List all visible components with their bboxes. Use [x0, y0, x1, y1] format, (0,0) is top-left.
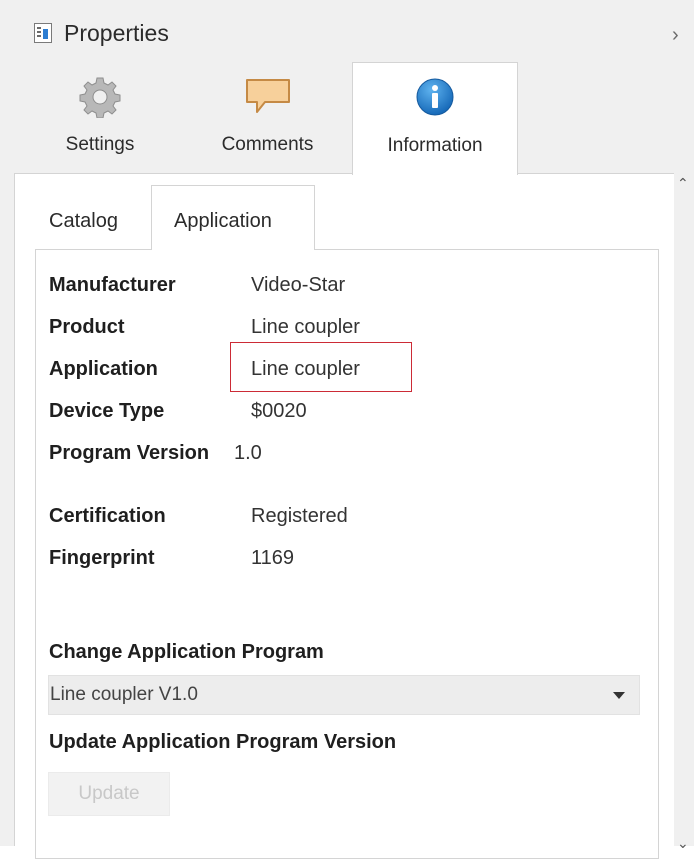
panel-header: Properties ›: [0, 10, 694, 56]
field-label: Manufacturer: [49, 274, 176, 296]
chevron-right-icon[interactable]: ›: [672, 24, 679, 47]
field-label: Certification: [49, 505, 166, 527]
field-label: Program Version: [49, 442, 210, 464]
field-value: 1169: [251, 547, 295, 569]
tab-information[interactable]: Information: [352, 62, 518, 175]
tab-catalog-label: Catalog: [49, 210, 118, 232]
change-application-program-label: Change Application Program: [49, 641, 324, 663]
info-icon: [415, 77, 455, 122]
select-value: Line coupler V1.0: [50, 684, 198, 705]
field-label: Device Type: [49, 400, 165, 422]
comment-bubble-icon: [245, 76, 291, 121]
field-value: Line coupler: [251, 316, 360, 338]
tab-settings[interactable]: Settings: [50, 62, 150, 168]
field-label: Application: [49, 358, 158, 380]
scroll-up-icon[interactable]: ⌃: [677, 175, 689, 192]
tab-application[interactable]: Application: [151, 185, 315, 250]
application-program-select[interactable]: Line coupler V1.0: [48, 675, 640, 715]
scroll-down-icon[interactable]: ⌄: [677, 835, 689, 852]
properties-document-icon: [34, 23, 52, 43]
panel-title: Properties: [64, 20, 169, 46]
tab-catalog[interactable]: Catalog: [35, 185, 151, 249]
field-label: Product: [49, 316, 125, 338]
application-details-panel: Manufacturer Video-Star Product Line cou…: [35, 249, 659, 859]
main-tab-bar: Settings Comments Information: [0, 62, 694, 175]
tab-information-label: Information: [387, 135, 483, 156]
field-label: Fingerprint: [49, 547, 155, 569]
chevron-down-icon: [613, 692, 625, 699]
tab-settings-label: Settings: [65, 134, 135, 155]
field-value: Registered: [251, 505, 348, 527]
tab-application-label: Application: [174, 210, 272, 232]
update-application-program-version-label: Update Application Program Version: [49, 731, 397, 753]
gear-icon: [79, 76, 121, 123]
field-value: $0020: [251, 400, 307, 422]
highlight-annotation: [230, 342, 412, 392]
update-button[interactable]: Update: [48, 772, 170, 816]
field-value: 1.0: [234, 442, 262, 464]
tab-comments-label: Comments: [221, 134, 314, 155]
properties-panel: Properties › Settings Comments Informati…: [0, 0, 694, 859]
field-value: Video-Star: [251, 274, 346, 296]
vertical-scrollbar[interactable]: ⌃ ⌄: [674, 173, 694, 851]
information-content: Catalog Application Manufacturer Video-S…: [14, 173, 674, 859]
tab-comments[interactable]: Comments: [200, 62, 335, 168]
